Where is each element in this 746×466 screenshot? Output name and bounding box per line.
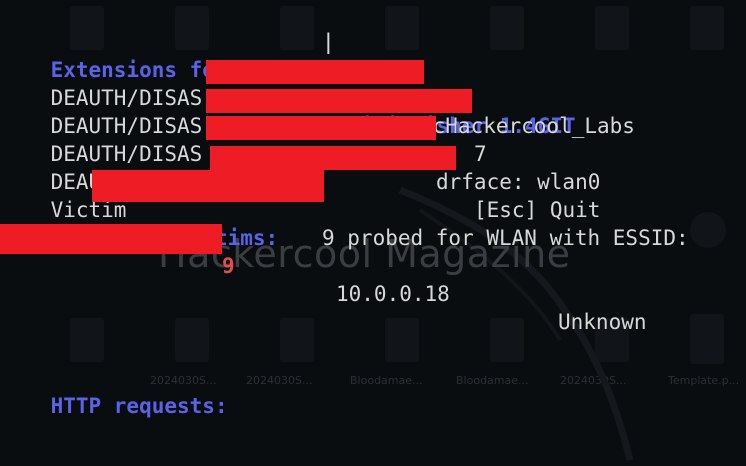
redaction-box — [0, 224, 222, 254]
http-requests-header: HTTP requests: — [50, 394, 228, 418]
feed-line: DEAUTH/DISAS - [Esc] Quit — [0, 140, 601, 222]
redaction-box — [92, 170, 324, 202]
redaction-box — [210, 146, 456, 170]
victim-vendor: Unknown — [558, 310, 647, 334]
feed-line: DEAUTH/DISAS - drface: wlan0 — [0, 112, 601, 194]
victim-mac-tail: 9 — [222, 254, 235, 278]
feed-suffix: icHackercool_Labs — [420, 114, 635, 138]
victim-suffix: 9 probed for WLAN with ESSID: — [322, 226, 689, 250]
feed-suffix: 7 — [474, 142, 487, 166]
terminal-window: | Extensions feed: | Wifiphisher 1.4GIT … — [0, 0, 746, 466]
victim-ip: 10.0.0.18 — [336, 282, 450, 306]
feed-suffix: [Esc] Quit — [474, 198, 601, 222]
separator: | — [322, 30, 335, 54]
terminal-header-line: Extensions feed: | Wifiphisher 1.4GIT — [0, 28, 576, 138]
feed-line: DEAUTH/DISAS - icHackercool_Labs — [0, 56, 635, 138]
redaction-box — [206, 60, 424, 84]
http-header-line: HTTP requests: — [0, 364, 228, 418]
redaction-box — [206, 116, 436, 140]
feed-suffix: drface: wlan0 — [436, 170, 601, 194]
feed-line: DEAUTH/DISAS - 7 — [0, 84, 487, 166]
terminal-line-0: | — [0, 0, 335, 54]
redaction-box — [206, 89, 472, 113]
